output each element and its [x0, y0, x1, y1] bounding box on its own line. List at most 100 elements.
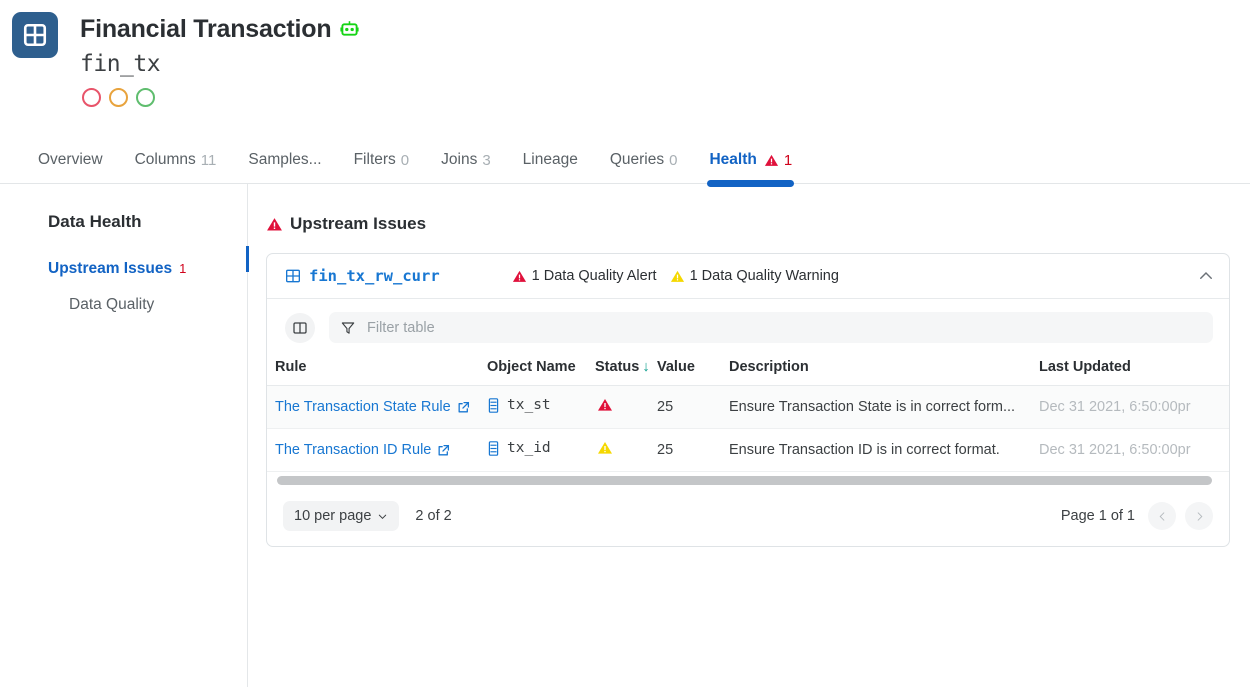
object-name[interactable]: tx_id — [487, 440, 551, 456]
external-link-icon — [437, 444, 450, 457]
tab-label: Samples... — [248, 151, 322, 168]
sidebar-item-data-quality[interactable]: Data Quality — [48, 296, 247, 314]
page-label: Page 1 of 1 — [1060, 508, 1135, 524]
alert-triangle-icon — [512, 269, 527, 284]
column-header-object-name[interactable]: Object Name — [479, 355, 587, 386]
cell-description: Ensure Transaction State is in correct f… — [721, 385, 1031, 429]
column-header-rule[interactable]: Rule — [267, 355, 479, 386]
column-header-description[interactable]: Description — [721, 355, 1031, 386]
column-header-label: Status — [595, 359, 640, 375]
cell-status — [587, 385, 649, 429]
rule-link[interactable]: The Transaction ID Rule — [275, 442, 450, 458]
cell-rule: The Transaction ID Rule — [267, 428, 479, 472]
next-page-button[interactable] — [1185, 502, 1213, 530]
rule-link[interactable]: The Transaction State Rule — [275, 399, 470, 415]
tab-count: 0 — [400, 151, 410, 169]
entity-code-name: fin_tx — [80, 51, 161, 77]
cell-object-name: tx_st — [479, 385, 587, 429]
sidebar-title: Data Health — [48, 212, 142, 231]
badge-label: 1 Data Quality Alert — [531, 268, 657, 284]
cell-status — [587, 428, 649, 472]
red-status-dot[interactable] — [82, 88, 101, 107]
tab-label: Filters — [353, 151, 396, 168]
main-tabbar: Overview Columns 11 Samples... Filters 0… — [0, 136, 1250, 187]
status-dots — [80, 88, 1250, 107]
cell-object-name: tx_id — [479, 428, 587, 472]
green-status-dot[interactable] — [136, 88, 155, 107]
cell-value: 25 — [649, 428, 721, 472]
tab-queries[interactable]: Queries 0 — [594, 151, 694, 183]
page-title: Financial Transaction — [80, 14, 332, 43]
sidebar-item-count: 1 — [179, 261, 187, 276]
tab-health[interactable]: Health 1 — [693, 151, 808, 187]
sort-desc-icon: ↓ — [642, 359, 650, 375]
table-row[interactable]: The Transaction ID Rule tx_id 25 Ensure … — [267, 428, 1229, 472]
table-grid-icon — [285, 268, 301, 284]
tab-label: Columns — [134, 151, 196, 168]
app-icon — [12, 12, 58, 58]
tab-count: 1 — [783, 151, 793, 169]
funnel-icon — [340, 320, 356, 336]
sidebar-item-upstream-issues[interactable]: Upstream Issues 1 — [48, 260, 247, 278]
sidebar-active-indicator — [246, 246, 249, 272]
tab-lineage[interactable]: Lineage — [507, 151, 594, 183]
object-name[interactable]: tx_st — [487, 397, 551, 413]
table-header-row: Rule Object Name Status ↓ Value Descripti… — [267, 355, 1229, 386]
alert-triangle-icon — [597, 397, 613, 413]
tab-overview[interactable]: Overview — [22, 151, 119, 183]
upstream-issue-card: fin_tx_rw_curr 1 Data Quality Alert 1 Da… — [266, 253, 1230, 547]
table-footer: 10 per page 2 of 2 Page 1 of 1 — [267, 488, 1229, 546]
column-header-status[interactable]: Status ↓ — [587, 355, 650, 386]
card-table-name: fin_tx_rw_curr — [309, 267, 440, 285]
scrollbar-thumb[interactable] — [277, 476, 1212, 485]
tab-columns[interactable]: Columns 11 — [119, 151, 233, 183]
card-header: fin_tx_rw_curr 1 Data Quality Alert 1 Da… — [267, 254, 1229, 299]
prev-page-button[interactable] — [1148, 502, 1176, 530]
badge-warning: 1 Data Quality Warning — [670, 268, 839, 284]
pagination-controls: Page 1 of 1 — [1061, 502, 1213, 530]
table-row[interactable]: The Transaction State Rule tx_st 25 Ensu… — [267, 385, 1229, 429]
title-block: Financial Transaction fin_tx — [0, 12, 1250, 107]
body-area: Data Health Upstream Issues 1 Data Quali… — [0, 184, 1250, 687]
tab-label: Joins — [441, 151, 478, 168]
per-page-label: 10 per page — [294, 508, 372, 524]
orange-status-dot[interactable] — [109, 88, 128, 107]
column-icon — [487, 440, 500, 456]
object-name-label: tx_st — [507, 397, 551, 414]
filter-table-input[interactable] — [365, 318, 1202, 337]
tab-label: Queries — [609, 151, 665, 168]
table-grid-icon — [23, 23, 47, 47]
cell-last-updated: Dec 31 2021, 6:50:00pr — [1031, 428, 1229, 472]
chevron-up-icon[interactable] — [1197, 267, 1215, 285]
column-header-value[interactable]: Value — [649, 355, 721, 386]
tab-filters[interactable]: Filters 0 — [338, 151, 426, 183]
rule-link-label: The Transaction State Rule — [275, 399, 451, 415]
horizontal-scrollbar[interactable] — [267, 472, 1229, 488]
external-link-icon — [457, 401, 470, 414]
filter-table-box[interactable] — [329, 312, 1213, 343]
tab-label: Overview — [38, 151, 103, 168]
tab-count: 11 — [200, 151, 217, 169]
card-table-link[interactable]: fin_tx_rw_curr — [285, 267, 440, 285]
tab-samples[interactable]: Samples... — [232, 151, 337, 183]
cell-last-updated: Dec 31 2021, 6:50:00pr — [1031, 385, 1229, 429]
badge-label: 1 Data Quality Warning — [689, 268, 839, 284]
object-name-label: tx_id — [507, 440, 551, 457]
alert-triangle-icon — [266, 216, 283, 233]
robot-icon — [340, 20, 360, 39]
columns-layout-icon[interactable] — [285, 312, 315, 343]
cell-value: 25 — [649, 385, 721, 429]
health-content: Upstream Issues fin_tx_rw_curr 1 Data Qu… — [248, 184, 1250, 687]
content-heading: Upstream Issues — [266, 214, 1230, 234]
result-count: 2 of 2 — [415, 508, 452, 524]
health-sidebar: Data Health Upstream Issues 1 Data Quali… — [0, 184, 249, 687]
warning-triangle-icon — [670, 269, 685, 284]
column-header-last-updated[interactable]: Last Updated — [1031, 355, 1229, 386]
per-page-select[interactable]: 10 per page — [283, 501, 400, 531]
title-row: Financial Transaction — [80, 12, 1250, 46]
warning-triangle-icon — [764, 153, 779, 168]
tab-joins[interactable]: Joins 3 — [425, 151, 507, 183]
rules-table: Rule Object Name Status ↓ Value Descripti… — [267, 355, 1229, 472]
content-heading-text: Upstream Issues — [290, 214, 427, 233]
card-badges: 1 Data Quality Alert 1 Data Quality Warn… — [512, 268, 839, 284]
